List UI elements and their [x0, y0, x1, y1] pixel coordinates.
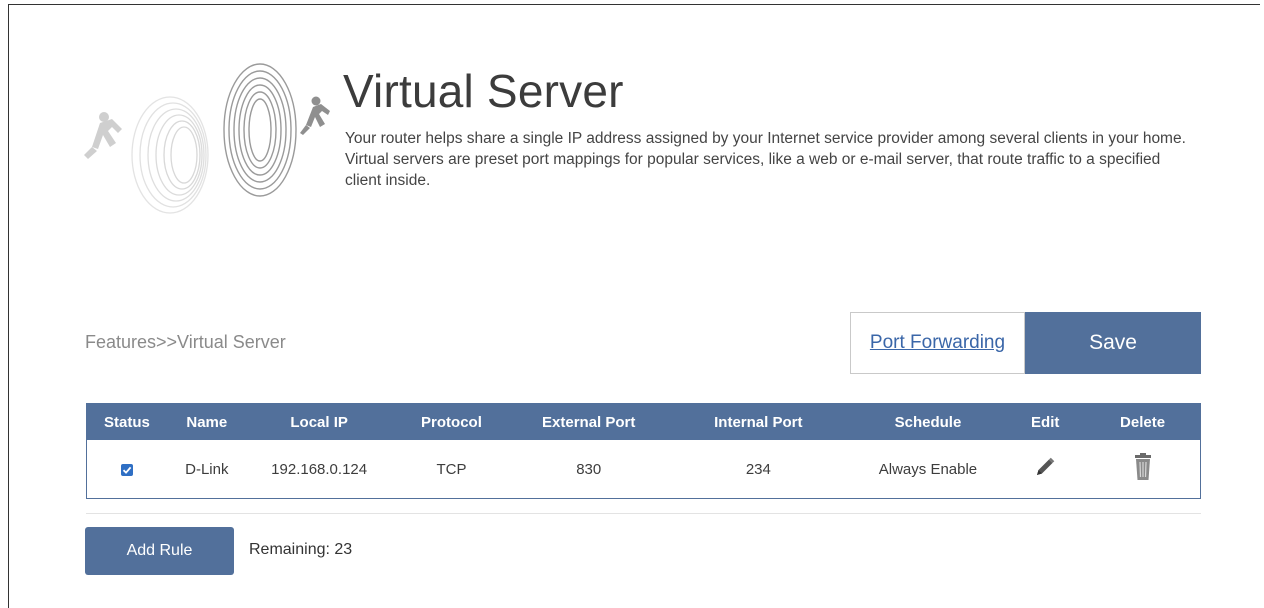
column-header-schedule: Schedule [850, 403, 1006, 440]
page-description: Your router helps share a single IP addr… [345, 130, 1186, 189]
column-header-status: Status [86, 403, 167, 440]
column-header-local-ip: Local IP [246, 403, 392, 440]
status-checkbox[interactable] [120, 463, 133, 476]
virtual-server-table: Status Name Local IP Protocol External P… [86, 403, 1201, 499]
rule-external-port: 830 [576, 460, 602, 478]
column-header-name: Name [166, 403, 247, 440]
table-divider [86, 513, 1201, 514]
remaining-count: Remaining: 23 [249, 541, 353, 558]
column-header-edit: Edit [1005, 403, 1086, 440]
port-forwarding-link[interactable]: Port Forwarding [850, 312, 1025, 374]
port-forwarding-label[interactable]: Port Forwarding [870, 332, 1005, 354]
status-cell [87, 440, 167, 499]
column-header-external-port: External Port [511, 403, 667, 440]
column-header-delete: Delete [1085, 403, 1201, 440]
trash-delete-icon[interactable] [1132, 452, 1154, 482]
rule-internal-port: 234 [745, 460, 771, 478]
table-header-row: Status Name Local IP Protocol External P… [86, 403, 1201, 440]
delete-cell [1085, 440, 1200, 499]
save-button[interactable]: Save [1025, 312, 1201, 374]
edit-cell [1005, 440, 1085, 499]
rule-protocol: TCP [436, 460, 467, 478]
column-header-protocol: Protocol [391, 403, 512, 440]
add-rule-button[interactable]: Add Rule [85, 527, 234, 575]
rule-name: D-Link [185, 460, 229, 478]
checkmark-icon [122, 466, 132, 474]
table-row: D-Link 192.168.0.124 TCP 830 234 Always … [87, 440, 1201, 499]
page-title: Virtual Server [343, 65, 624, 117]
breadcrumb: Features>>Virtual Server [85, 332, 286, 352]
rule-schedule: Always Enable [878, 460, 978, 478]
pencil-edit-icon[interactable] [1033, 456, 1057, 478]
rule-local-ip: 192.168.0.124 [271, 460, 368, 478]
column-header-internal-port: Internal Port [666, 403, 851, 440]
virtual-server-illustration-icon [84, 63, 330, 214]
